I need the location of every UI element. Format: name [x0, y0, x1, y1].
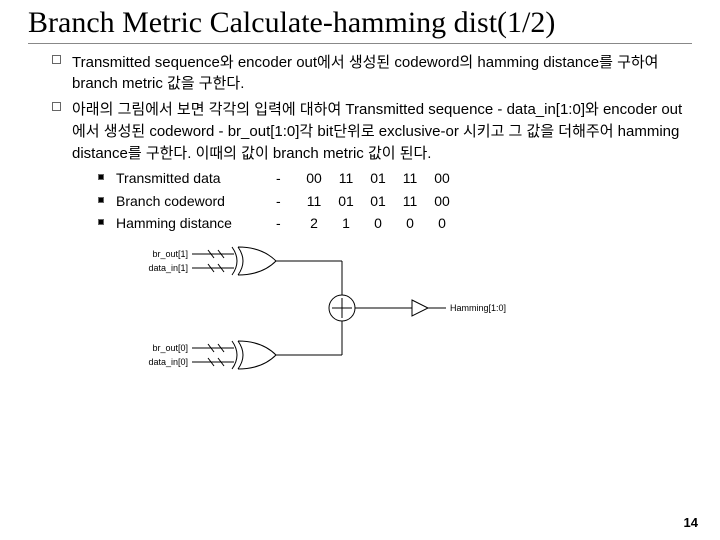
row-value: 11: [394, 191, 426, 211]
signal-label: br_out[1]: [152, 249, 188, 259]
row-value: 01: [330, 191, 362, 211]
row-dash: -: [276, 191, 298, 211]
square-bullet-icon: [52, 55, 61, 64]
row-value: 0: [394, 213, 426, 233]
signal-label: br_out[0]: [152, 343, 188, 353]
row-value: 11: [394, 168, 426, 188]
row-value: 2: [298, 213, 330, 233]
xor-gate-icon: [232, 341, 276, 369]
row-value: 0: [362, 213, 394, 233]
data-table: Transmitted data - 00 11 01 11 00 Branch…: [72, 168, 692, 233]
adder-icon: [329, 295, 355, 321]
xor-gate-icon: [232, 247, 276, 275]
row-label: Hamming distance: [116, 213, 276, 233]
bullet-item: Transmitted sequence와 encoder out에서 생성된 …: [52, 52, 692, 96]
circuit-svg: br_out[1] data_in[1] br_out[0] data_in[0…: [142, 243, 542, 378]
row-value: 00: [426, 191, 458, 211]
square-bullet-small-icon: [98, 219, 104, 225]
row-value: 11: [298, 191, 330, 211]
signal-label: data_in[0]: [148, 357, 188, 367]
table-row: Transmitted data - 00 11 01 11 00: [98, 168, 692, 188]
row-label: Transmitted data: [116, 168, 276, 188]
row-value: 00: [298, 168, 330, 188]
circuit-diagram: br_out[1] data_in[1] br_out[0] data_in[0…: [142, 243, 692, 385]
table-row: Branch codeword - 11 01 01 11 00: [98, 191, 692, 211]
bullet-text: 아래의 그림에서 보면 각각의 입력에 대하여 Transmitted sequ…: [72, 101, 682, 162]
square-bullet-small-icon: [98, 174, 104, 180]
bullet-item: 아래의 그림에서 보면 각각의 입력에 대하여 Transmitted sequ…: [52, 99, 692, 233]
signal-label: data_in[1]: [148, 263, 188, 273]
signal-label: Hamming[1:0]: [450, 303, 506, 313]
buffer-icon: [412, 300, 428, 316]
row-dash: -: [276, 168, 298, 188]
square-bullet-icon: [52, 102, 61, 111]
slide-body: Transmitted sequence와 encoder out에서 생성된 …: [28, 52, 692, 385]
row-value: 1: [330, 213, 362, 233]
bullet-text: Transmitted sequence와 encoder out에서 생성된 …: [72, 54, 659, 93]
row-value: 01: [362, 168, 394, 188]
row-value: 11: [330, 168, 362, 188]
row-value: 0: [426, 213, 458, 233]
row-value: 00: [426, 168, 458, 188]
row-value: 01: [362, 191, 394, 211]
page-number: 14: [684, 515, 698, 530]
table-row: Hamming distance - 2 1 0 0 0: [98, 213, 692, 233]
slide-title: Branch Metric Calculate-hamming dist(1/2…: [28, 6, 692, 44]
row-label: Branch codeword: [116, 191, 276, 211]
row-dash: -: [276, 213, 298, 233]
square-bullet-small-icon: [98, 197, 104, 203]
